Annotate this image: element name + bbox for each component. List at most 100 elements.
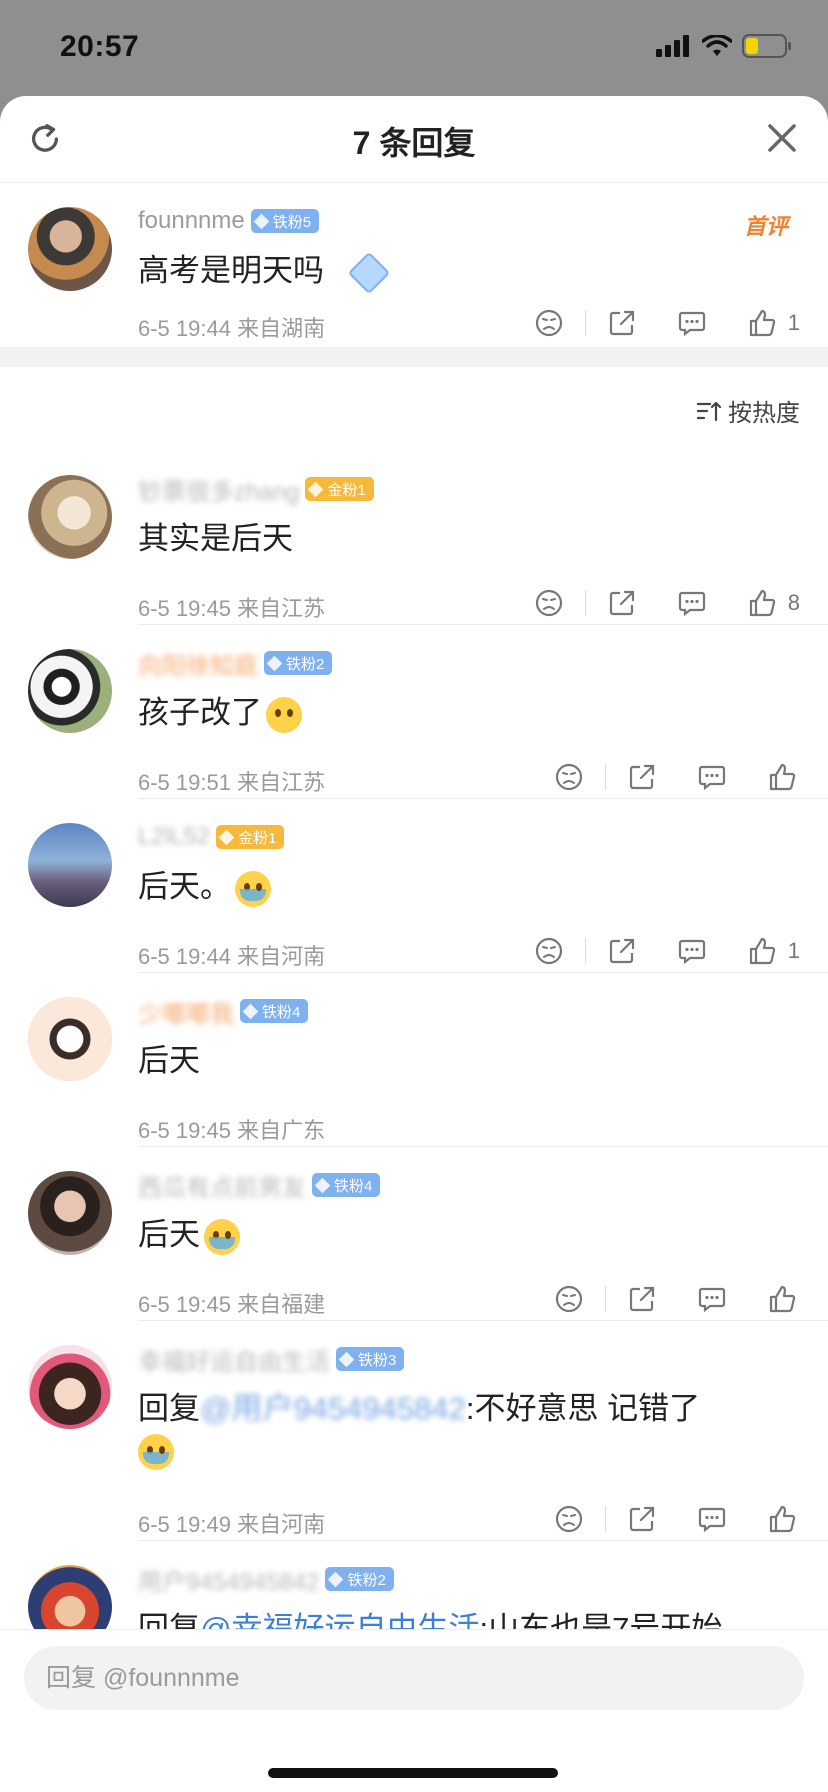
like-count: 1 — [787, 310, 800, 335]
share-icon[interactable] — [604, 305, 640, 341]
comment-actions — [551, 759, 800, 795]
comment-icon[interactable] — [694, 759, 730, 795]
reply-bar — [0, 1629, 828, 1792]
sheet-title: 7 条回复 — [352, 125, 476, 161]
dislike-icon[interactable] — [531, 305, 567, 341]
avatar[interactable] — [28, 1345, 112, 1429]
reply-item: 少嘟嘟我 铁粉4 后天 6-5 19:45 来自广东 — [0, 973, 828, 1147]
share-icon[interactable] — [624, 759, 660, 795]
avatar[interactable] — [28, 997, 112, 1081]
share-icon[interactable] — [604, 585, 640, 621]
comment-text[interactable]: 后天 — [138, 1035, 200, 1080]
first-comment-tag: 首评 — [743, 214, 788, 239]
username[interactable]: 钞票很多zhang — [138, 472, 299, 507]
action-separator — [584, 938, 586, 964]
comment-actions — [551, 1501, 800, 1537]
reply-name-row: 用户9454945842 铁粉2 — [138, 1562, 394, 1597]
wifi-icon — [702, 35, 732, 56]
reply-name-row: 少嘟嘟我 铁粉4 — [138, 994, 309, 1029]
fan-badge-label: 铁粉5 — [272, 213, 312, 231]
reply-suffix: :不好意思 记错了 — [465, 1391, 701, 1426]
avatar[interactable] — [28, 207, 112, 291]
dislike-icon[interactable] — [551, 1501, 587, 1537]
face-emoji-icon — [266, 696, 302, 733]
comment-text[interactable]: 其实是后天 — [138, 513, 293, 558]
reply-item: 钞票很多zhang 金粉1 其实是后天 6-5 19:45 来自江苏 8 — [0, 451, 828, 625]
comment-icon[interactable] — [694, 1501, 730, 1537]
comment-text[interactable]: 回复@用户9454945842:不好意思 记错了 — [138, 1383, 700, 1470]
username[interactable]: 用户9454945842 — [138, 1562, 319, 1597]
comment-text[interactable]: 后天 — [138, 1209, 240, 1255]
comment-text[interactable]: 后天。 — [138, 861, 271, 907]
diamond-emoji-icon — [347, 251, 391, 295]
like-icon[interactable] — [744, 933, 780, 969]
fan-badge-label: 金粉1 — [238, 829, 277, 847]
comment-icon[interactable] — [674, 305, 710, 341]
sort-row: 按热度 — [0, 367, 828, 451]
comment-text-content: 后天。 — [138, 869, 231, 904]
username[interactable]: 幸福好运自由生活 — [138, 1342, 330, 1377]
action-separator — [605, 764, 606, 790]
comment-actions: 8 — [531, 585, 800, 621]
reply-prefix: 回复 — [138, 1391, 200, 1426]
dislike-icon[interactable] — [551, 759, 587, 795]
username[interactable]: L2lL52 — [138, 823, 210, 851]
avatar[interactable] — [28, 1171, 112, 1255]
laughing-crying-emoji-icon — [138, 1434, 174, 1470]
comment-text[interactable]: 孩子改了 — [138, 687, 302, 733]
action-separator — [605, 1506, 606, 1532]
comment-icon[interactable] — [694, 1281, 730, 1317]
avatar[interactable] — [28, 475, 112, 559]
like-icon[interactable] — [744, 305, 780, 341]
sort-by-hot-button[interactable]: 按热度 — [696, 393, 800, 428]
username[interactable]: 向阳徐知庭 — [138, 646, 258, 681]
fan-badge-label: 铁粉2 — [286, 655, 325, 673]
reply-input[interactable] — [24, 1646, 804, 1710]
close-icon[interactable] — [764, 120, 800, 156]
fan-badge: 铁粉5 — [250, 209, 320, 233]
status-bar: 20:57 — [0, 0, 828, 96]
username[interactable]: 西瓜有点前男友 — [138, 1168, 306, 1203]
fan-badge: 金粉1 — [216, 825, 285, 849]
fan-badge-label: 铁粉4 — [334, 1177, 373, 1195]
mention-link[interactable]: @用户9454945842 — [200, 1391, 466, 1426]
like-icon[interactable] — [764, 1281, 800, 1317]
action-separator — [584, 590, 586, 616]
comment-text-content: 后天 — [138, 1217, 200, 1252]
home-indicator — [268, 1768, 558, 1778]
username[interactable]: founnnme — [138, 207, 245, 235]
dislike-icon[interactable] — [531, 933, 567, 969]
comment-text[interactable]: 高考是明天吗 — [138, 245, 391, 295]
comment-text-content: 高考是明天吗 — [138, 253, 324, 288]
fan-badge: 铁粉4 — [312, 1173, 381, 1197]
sort-icon — [696, 401, 722, 421]
comment-icon[interactable] — [674, 933, 710, 969]
reply-item: 西瓜有点前男友 铁粉4 后天 6-5 19:45 来自福建 — [0, 1147, 828, 1321]
like-icon[interactable] — [764, 1501, 800, 1537]
fan-badge: 铁粉3 — [336, 1347, 405, 1371]
like-icon[interactable] — [744, 585, 780, 621]
section-divider — [0, 347, 828, 367]
share-icon[interactable] — [624, 1281, 660, 1317]
share-icon[interactable] — [624, 1501, 660, 1537]
like-icon[interactable] — [764, 759, 800, 795]
comment-actions — [551, 1281, 800, 1317]
signal-icon — [656, 35, 689, 57]
fan-badge-label: 金粉1 — [327, 481, 366, 499]
battery-icon — [742, 34, 791, 58]
avatar[interactable] — [28, 823, 112, 907]
username[interactable]: 少嘟嘟我 — [138, 994, 234, 1029]
fan-badge-label: 铁粉3 — [358, 1351, 397, 1369]
like-count: 1 — [787, 938, 800, 963]
share-icon[interactable] — [604, 933, 640, 969]
reply-name-row: L2lL52 金粉1 — [138, 821, 285, 853]
comment-meta: 6-5 19:45 来自福建 — [138, 1292, 326, 1317]
dislike-icon[interactable] — [531, 585, 567, 621]
sort-label: 按热度 — [728, 400, 800, 427]
crying-emoji-icon — [235, 870, 271, 907]
comment-icon[interactable] — [674, 585, 710, 621]
action-separator — [605, 1286, 606, 1312]
status-icons — [656, 34, 792, 58]
avatar[interactable] — [28, 649, 112, 733]
dislike-icon[interactable] — [551, 1281, 587, 1317]
